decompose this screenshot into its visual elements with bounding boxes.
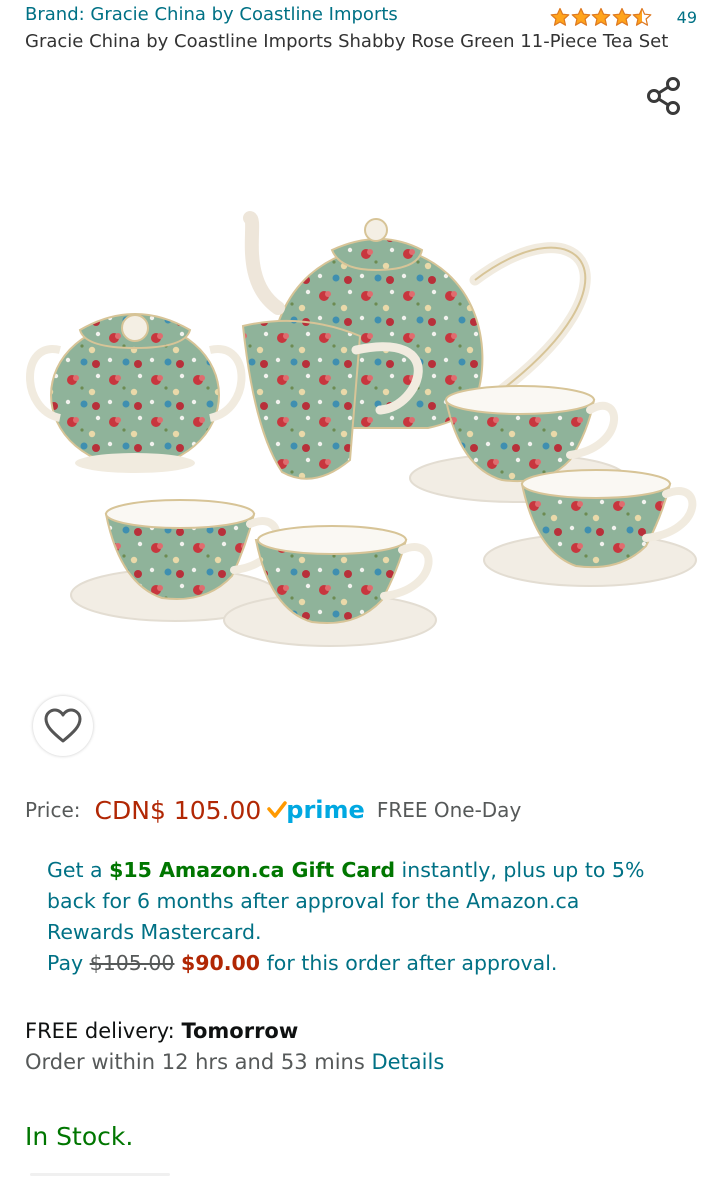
star-icon xyxy=(612,7,632,26)
order-within-line: Order within 12 hrs and 53 mins Details xyxy=(25,1047,705,1078)
share-icon xyxy=(647,77,680,115)
delivery-date: Tomorrow xyxy=(181,1019,299,1043)
wishlist-button[interactable] xyxy=(33,696,93,756)
product-image[interactable] xyxy=(20,160,700,660)
delivery-line: FREE delivery: Tomorrow xyxy=(25,1016,705,1047)
price-label: Price: xyxy=(25,798,81,822)
divider xyxy=(30,1173,170,1176)
brand-link[interactable]: Brand: Gracie China by Coastline Imports xyxy=(25,4,398,25)
star-icon xyxy=(591,7,611,26)
prime-logo: prime xyxy=(267,796,365,824)
promo-old-price: $105.00 xyxy=(89,951,175,975)
rating-stars xyxy=(550,7,653,27)
price-value: CDN$ 105.00 xyxy=(94,795,262,825)
rating-count[interactable]: 49 xyxy=(677,8,697,27)
promo-gift-card: $15 Amazon.ca Gift Card xyxy=(109,858,396,882)
delivery-info: FREE delivery: Tomorrow Order within 12 … xyxy=(25,1016,705,1078)
star-icon xyxy=(550,7,570,26)
promo-new-price: $90.00 xyxy=(180,951,261,975)
promo-suffix: for this order after approval. xyxy=(260,951,558,975)
stock-status: In Stock. xyxy=(25,1122,134,1151)
free-delivery-label: FREE delivery: xyxy=(25,1019,182,1043)
promo-get-a: Get a xyxy=(47,858,110,882)
gift-card-promo[interactable]: Get a $15 Amazon.ca Gift Card instantly,… xyxy=(47,855,667,979)
prime-word: prime xyxy=(286,796,365,824)
promo-pay: Pay xyxy=(47,951,90,975)
price-row: Price: CDN$ 105.00 prime FREE One-Day xyxy=(25,790,705,830)
heart-outline-icon xyxy=(44,708,82,743)
product-title: Gracie China by Coastline Imports Shabby… xyxy=(25,31,669,52)
star-icon xyxy=(571,7,591,26)
prime-check-icon xyxy=(267,801,288,818)
brand-row: Brand: Gracie China by Coastline Imports… xyxy=(25,4,697,30)
order-within-text: Order within 12 hrs and 53 mins xyxy=(25,1050,372,1074)
tea-set-image xyxy=(26,211,697,647)
rating[interactable]: 49 xyxy=(550,7,697,27)
star-icon xyxy=(632,7,652,26)
free-one-day-label: FREE One-Day xyxy=(376,798,522,822)
details-link[interactable]: Details xyxy=(371,1050,444,1074)
share-button[interactable] xyxy=(643,75,685,117)
